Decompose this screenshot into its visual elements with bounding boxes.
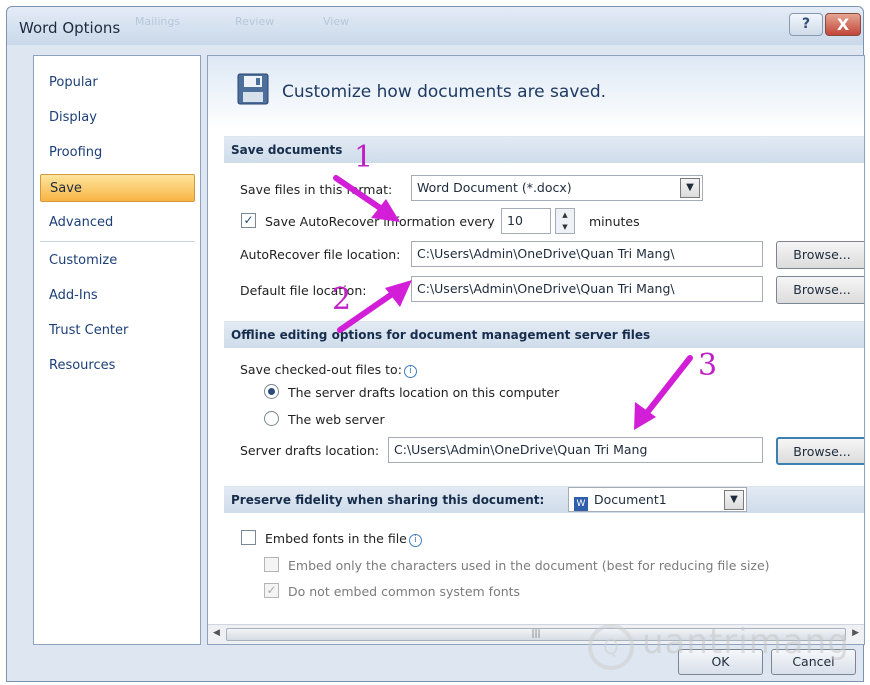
autorecover-location-value: C:\Users\Admin\OneDrive\Quan Tri Mang\ <box>417 246 675 261</box>
dialog-title: Word Options <box>19 19 121 37</box>
panel-header: Customize how documents are saved. <box>208 56 864 130</box>
format-dropdown[interactable]: Word Document (*.docx) ▼ <box>411 175 703 201</box>
sidebar-divider <box>40 241 195 242</box>
radio-server-drafts[interactable] <box>264 384 279 399</box>
background-ribbon-tab: Review <box>235 15 275 28</box>
radio-web-server[interactable] <box>264 411 279 426</box>
annotation-number-1: 1 <box>354 140 374 175</box>
word-document-icon: W <box>574 497 588 511</box>
section-offline-editing: Offline editing options for document man… <box>224 321 864 348</box>
sidebar-item-customize[interactable]: Customize <box>40 247 195 275</box>
sidebar-item-add-ins[interactable]: Add-Ins <box>40 282 195 310</box>
fidelity-heading: Preserve fidelity when sharing this docu… <box>231 493 545 507</box>
chevron-down-icon: ▼ <box>680 178 700 198</box>
save-checked-out-label: Save checked-out files to: i <box>240 362 417 378</box>
format-label: Save files in this format: <box>240 182 393 197</box>
close-button[interactable]: X <box>825 13 861 36</box>
server-drafts-browse-button[interactable]: Browse... <box>776 437 864 465</box>
help-icon: ? <box>801 16 811 32</box>
annotation-number-2: 2 <box>332 282 352 317</box>
sidebar-item-save[interactable]: Save <box>40 174 195 202</box>
embed-only-used-label: Embed only the characters used in the do… <box>288 558 770 573</box>
minutes-label: minutes <box>589 214 640 229</box>
minutes-spinner[interactable]: ▲ ▼ <box>555 208 575 234</box>
info-icon: i <box>403 365 417 378</box>
autorecover-browse-button[interactable]: Browse... <box>776 241 864 269</box>
format-value: Word Document (*.docx) <box>417 180 572 195</box>
autorecover-minutes-input[interactable]: 10 <box>501 208 551 234</box>
help-button[interactable]: ? <box>789 13 823 36</box>
word-options-dialog: Word Options Mailings Review View ? X Po… <box>6 6 865 682</box>
server-drafts-location-input[interactable]: C:\Users\Admin\OneDrive\Quan Tri Mang <box>388 437 763 463</box>
chevron-down-icon: ▼ <box>724 490 744 510</box>
fidelity-document-dropdown[interactable]: W Document1 ▼ <box>568 487 747 512</box>
server-drafts-location-label: Server drafts location: <box>240 443 380 458</box>
spin-up-icon[interactable]: ▲ <box>556 209 574 221</box>
close-icon: X <box>836 15 850 34</box>
embed-fonts-checkbox[interactable] <box>241 530 256 545</box>
server-drafts-location-value: C:\Users\Admin\OneDrive\Quan Tri Mang <box>394 442 648 457</box>
section-save-documents: Save documents <box>224 136 864 163</box>
autorecover-minutes-value: 10 <box>507 213 523 228</box>
sidebar-item-resources[interactable]: Resources <box>40 352 195 380</box>
default-location-input[interactable]: C:\Users\Admin\OneDrive\Quan Tri Mang\ <box>411 276 763 302</box>
background-ribbon-tab: View <box>323 15 350 28</box>
embed-only-used-checkbox[interactable] <box>264 557 279 572</box>
watermark-logo: Q uantrimang <box>584 620 870 680</box>
panel-title: Customize how documents are saved. <box>282 82 607 102</box>
default-location-browse-button[interactable]: Browse... <box>776 276 864 304</box>
sidebar-item-advanced[interactable]: Advanced <box>40 209 195 237</box>
web-server-option-label: The web server <box>288 412 385 427</box>
sidebar-item-display[interactable]: Display <box>40 104 195 132</box>
autorecover-checkbox[interactable]: ✓ <box>241 213 256 228</box>
info-icon: i <box>408 534 422 547</box>
sidebar-item-popular[interactable]: Popular <box>40 69 195 97</box>
scroll-left-icon[interactable]: ◀ <box>213 628 220 638</box>
watermark-emblem-icon: Q <box>588 624 634 670</box>
spin-down-icon[interactable]: ▼ <box>556 221 574 233</box>
sidebar-item-proofing[interactable]: Proofing <box>40 139 195 167</box>
fidelity-document-value: Document1 <box>594 492 667 507</box>
autorecover-location-label: AutoRecover file location: <box>240 247 401 262</box>
annotation-number-3: 3 <box>698 348 718 383</box>
floppy-disk-icon <box>237 73 269 105</box>
watermark-text: uantrimang <box>642 622 850 662</box>
background-ribbon-tab: Mailings <box>135 15 181 28</box>
autorecover-location-input[interactable]: C:\Users\Admin\OneDrive\Quan Tri Mang\ <box>411 241 763 267</box>
embed-fonts-label: Embed fonts in the file i <box>265 531 422 547</box>
autorecover-label: Save AutoRecover information every <box>265 214 495 229</box>
default-location-value: C:\Users\Admin\OneDrive\Quan Tri Mang\ <box>417 281 675 296</box>
options-sidebar: Popular Display Proofing Save Advanced C… <box>33 55 201 645</box>
title-bar[interactable]: Word Options Mailings Review View ? X <box>7 7 863 45</box>
no-common-fonts-label: Do not embed common system fonts <box>288 584 521 599</box>
no-common-fonts-checkbox[interactable]: ✓ <box>264 583 279 598</box>
server-drafts-option-label: The server drafts location on this compu… <box>288 385 560 400</box>
section-preserve-fidelity: Preserve fidelity when sharing this docu… <box>224 486 864 513</box>
save-options-panel: Customize how documents are saved. Save … <box>207 55 865 645</box>
sidebar-item-trust-center[interactable]: Trust Center <box>40 317 195 345</box>
